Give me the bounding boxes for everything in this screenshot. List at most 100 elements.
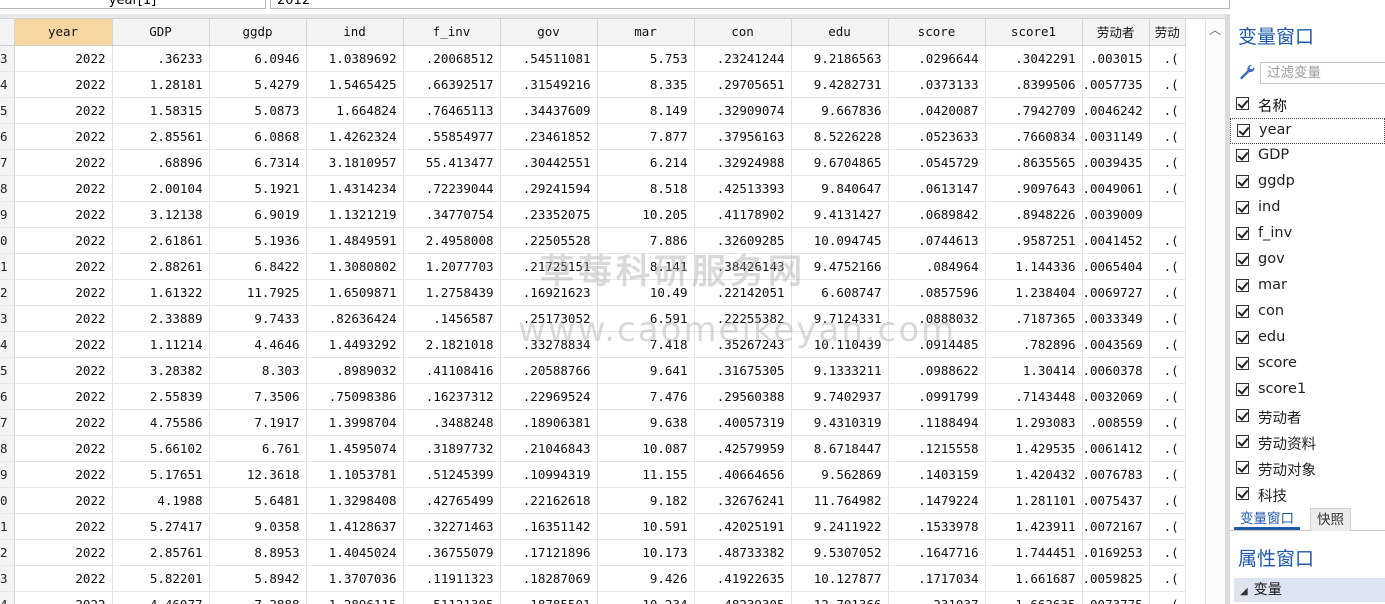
cell-value-box[interactable]: 2012 <box>270 0 1230 9</box>
table-cell[interactable]: .22162618 <box>500 487 598 514</box>
table-cell[interactable]: 3.1810957 <box>306 149 404 176</box>
table-cell[interactable]: 12.701366 <box>791 591 889 604</box>
table-cell[interactable]: 7.1917 <box>209 409 307 436</box>
column-header[interactable]: 劳动者 <box>1082 19 1150 46</box>
row-number[interactable]: 8 <box>0 435 15 462</box>
table-cell[interactable]: .( <box>1149 513 1186 540</box>
table-cell[interactable]: 4.1988 <box>112 487 210 514</box>
table-cell[interactable]: .7660834 <box>985 123 1083 150</box>
table-cell[interactable]: .11911323 <box>403 565 501 592</box>
variable-checkbox[interactable] <box>1236 435 1249 448</box>
table-cell[interactable]: 4.4646 <box>209 331 307 358</box>
table-cell[interactable]: .( <box>1149 591 1186 604</box>
table-cell[interactable]: 2.55839 <box>112 383 210 410</box>
table-cell[interactable]: 3.28382 <box>112 357 210 384</box>
table-cell[interactable]: 2.85761 <box>112 539 210 566</box>
table-cell[interactable]: .41108416 <box>403 357 501 384</box>
table-cell[interactable]: 8.6718447 <box>791 435 889 462</box>
table-cell[interactable]: .32924988 <box>694 149 792 176</box>
row-number[interactable]: 1 <box>0 513 15 540</box>
table-cell[interactable]: 3.12138 <box>112 201 210 228</box>
table-cell[interactable]: 55.413477 <box>403 149 501 176</box>
table-cell[interactable]: 1.5465425 <box>306 71 404 98</box>
column-header[interactable]: score1 <box>985 19 1083 46</box>
table-cell[interactable]: .23461852 <box>500 123 598 150</box>
table-cell[interactable]: 2022 <box>14 305 113 332</box>
table-cell[interactable]: .( <box>1149 461 1186 488</box>
table-cell[interactable]: .0076783 <box>1082 461 1150 488</box>
variable-checkbox[interactable] <box>1236 461 1249 474</box>
table-cell[interactable]: 8.518 <box>597 175 695 202</box>
table-cell[interactable]: .31897732 <box>403 435 501 462</box>
table-cell[interactable]: 5.1921 <box>209 175 307 202</box>
table-cell[interactable]: .( <box>1149 357 1186 384</box>
row-number[interactable]: 5 <box>0 357 15 384</box>
variable-list-item[interactable]: 劳动对象 <box>1230 456 1385 482</box>
table-cell[interactable]: .20068512 <box>403 45 501 72</box>
table-cell[interactable]: .( <box>1149 409 1186 436</box>
row-number[interactable]: 3 <box>0 305 15 332</box>
table-cell[interactable]: .0060378 <box>1082 357 1150 384</box>
table-cell[interactable]: .0072167 <box>1082 513 1150 540</box>
table-cell[interactable]: 2022 <box>14 461 113 488</box>
variable-checkbox[interactable] <box>1236 357 1249 370</box>
table-cell[interactable]: 5.27417 <box>112 513 210 540</box>
table-cell[interactable]: 1.420432 <box>985 461 1083 488</box>
variable-checkbox[interactable] <box>1236 201 1249 214</box>
filter-variables-input[interactable]: 过滤变量 <box>1260 62 1385 84</box>
table-cell[interactable]: 1.11214 <box>112 331 210 358</box>
table-cell[interactable]: 1.662635 <box>985 591 1083 604</box>
table-cell[interactable]: 5.66102 <box>112 435 210 462</box>
table-cell[interactable]: .32676241 <box>694 487 792 514</box>
table-cell[interactable]: .( <box>1149 565 1186 592</box>
table-cell[interactable]: 1.2758439 <box>403 279 501 306</box>
table-cell[interactable]: 1.30414 <box>985 357 1083 384</box>
wrench-icon[interactable] <box>1238 63 1256 81</box>
table-cell[interactable]: .32271463 <box>403 513 501 540</box>
table-cell[interactable]: .29705651 <box>694 71 792 98</box>
column-header[interactable]: gov <box>500 19 598 46</box>
table-cell[interactable]: 2022 <box>14 201 113 228</box>
table-cell[interactable]: .18785501 <box>500 591 598 604</box>
table-cell[interactable]: .20588766 <box>500 357 598 384</box>
table-cell[interactable]: 9.7402937 <box>791 383 889 410</box>
table-cell[interactable]: 8.5226228 <box>791 123 889 150</box>
table-cell[interactable]: 9.426 <box>597 565 695 592</box>
table-cell[interactable]: .( <box>1149 331 1186 358</box>
table-cell[interactable]: 2022 <box>14 123 113 150</box>
row-number[interactable]: 3 <box>0 45 15 72</box>
table-cell[interactable]: .42579959 <box>694 435 792 462</box>
table-cell[interactable]: 1.4849591 <box>306 227 404 254</box>
table-cell[interactable]: 2.00104 <box>112 175 210 202</box>
variable-checkbox[interactable] <box>1236 305 1249 318</box>
table-cell[interactable]: 1.144336 <box>985 253 1083 280</box>
table-cell[interactable]: .40664656 <box>694 461 792 488</box>
table-cell[interactable]: 1.3707036 <box>306 565 404 592</box>
table-cell[interactable]: 1.6509871 <box>306 279 404 306</box>
table-cell[interactable]: .42513393 <box>694 175 792 202</box>
table-cell[interactable]: .32909074 <box>694 97 792 124</box>
table-cell[interactable]: .31675305 <box>694 357 792 384</box>
table-cell[interactable]: .18287069 <box>500 565 598 592</box>
table-cell[interactable]: 2022 <box>14 331 113 358</box>
variable-list-item[interactable]: 劳动资料 <box>1230 430 1385 456</box>
table-cell[interactable]: 6.9019 <box>209 201 307 228</box>
table-cell[interactable]: .0991799 <box>888 383 986 410</box>
table-cell[interactable]: .34437609 <box>500 97 598 124</box>
table-cell[interactable]: .42025191 <box>694 513 792 540</box>
table-cell[interactable]: .72239044 <box>403 175 501 202</box>
collapse-triangle-icon[interactable]: ◢ <box>1240 580 1248 604</box>
table-cell[interactable]: 1.3998704 <box>306 409 404 436</box>
table-cell[interactable]: .3042291 <box>985 45 1083 72</box>
row-number[interactable]: 9 <box>0 461 15 488</box>
table-cell[interactable]: .8948226 <box>985 201 1083 228</box>
table-cell[interactable]: .68896 <box>112 149 210 176</box>
table-cell[interactable]: .1717034 <box>888 565 986 592</box>
table-cell[interactable]: 2022 <box>14 357 113 384</box>
table-cell[interactable]: 7.3506 <box>209 383 307 410</box>
table-cell[interactable]: 2.85561 <box>112 123 210 150</box>
table-cell[interactable]: .0061412 <box>1082 435 1150 462</box>
column-header[interactable]: mar <box>597 19 695 46</box>
table-cell[interactable]: .0689842 <box>888 201 986 228</box>
table-cell[interactable]: 1.3298408 <box>306 487 404 514</box>
